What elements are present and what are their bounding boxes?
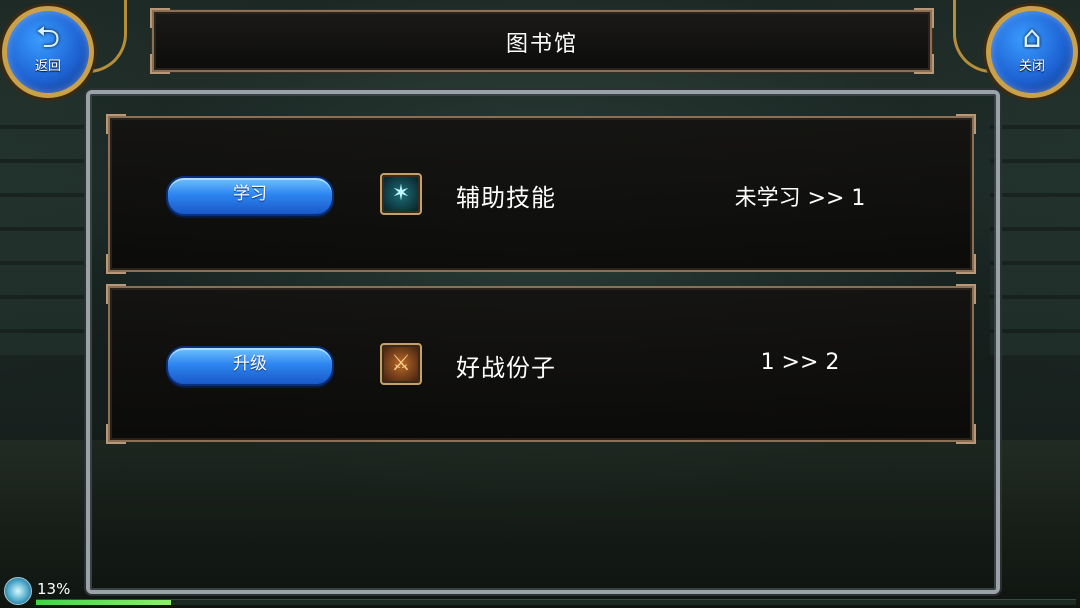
game-scene: 图书馆 ⮌ 返回 ⌂ 关闭 学习 ✶ 辅助技能 未学习 >> 1 升级 ⚔ 好战… [0,0,1080,608]
corner-ornament [914,8,934,28]
skill-name: 辅助技能 [456,184,556,212]
corner-ornament [956,424,976,444]
upgrade-button[interactable]: 升级 [166,346,334,386]
close-button-label: 关闭 [1018,59,1045,74]
corner-ornament [106,424,126,444]
skill-name: 好战份子 [456,354,556,382]
corner-ornament [956,254,976,274]
page-title: 图书馆 [505,32,578,57]
skill-row: 升级 ⚔ 好战份子 1 >> 2 [106,284,976,444]
home-icon: ⌂ [1022,20,1042,55]
corner-ornament [106,284,126,304]
bookshelf-left [0,95,90,355]
skill-level: 未学习 >> 1 [734,186,866,211]
assist-skill-icon: ✶ [380,173,422,215]
corner-ornament [150,8,170,28]
learn-button[interactable]: 学习 [166,176,334,216]
corner-ornament [956,114,976,134]
title-bar: 图书馆 [150,8,934,74]
back-button-label: 返回 [34,59,61,74]
progress-fill [36,600,172,605]
corner-ornament [106,254,126,274]
ornament-left [88,0,127,73]
skill-level: 1 >> 2 [760,350,840,375]
warrior-skill-icon: ⚔ [380,343,422,385]
skill-row: 学习 ✶ 辅助技能 未学习 >> 1 [106,114,976,274]
progress-bar [36,599,1076,605]
progress-percent: 13% [37,580,71,598]
back-button[interactable]: ⮌ 返回 [2,6,94,98]
corner-ornament [956,284,976,304]
status-orb-icon [4,577,32,605]
bookshelf-right [990,95,1080,355]
close-button[interactable]: ⌂ 关闭 [986,6,1078,98]
corner-ornament [106,114,126,134]
return-arrow-icon: ⮌ [35,20,61,55]
